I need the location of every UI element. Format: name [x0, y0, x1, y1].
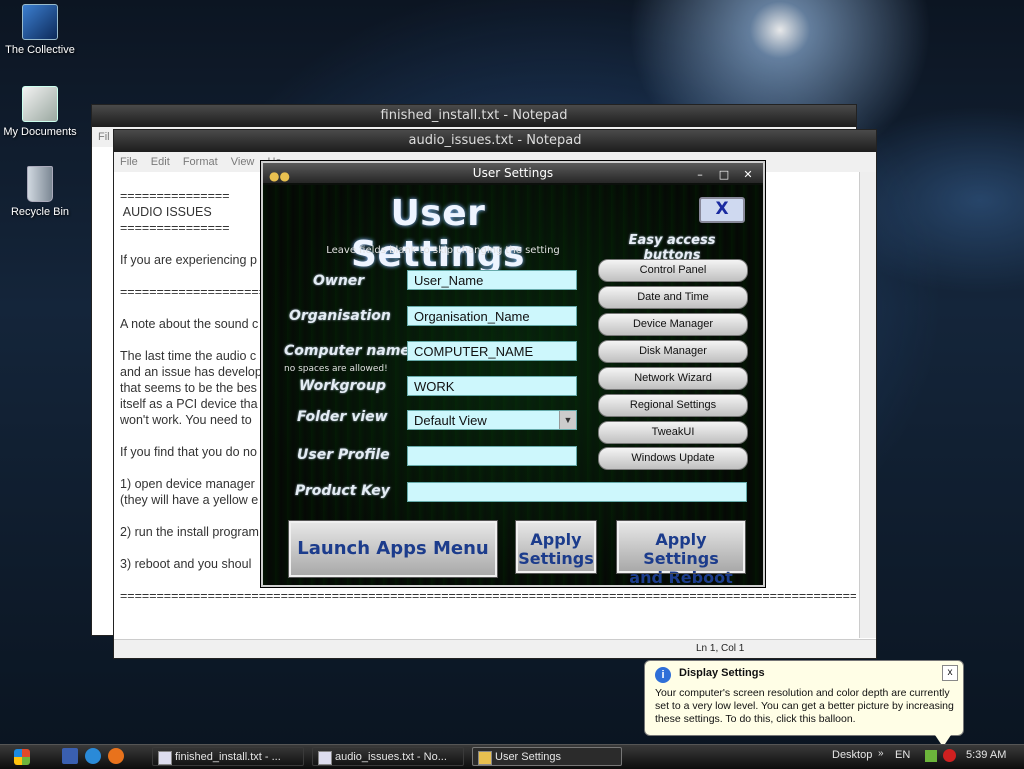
- desktop-icon-label: My Documents: [3, 126, 77, 138]
- window-title: audio_issues.txt - Notepad: [114, 130, 876, 152]
- launch-apps-label: Launch Apps Menu: [297, 538, 489, 559]
- instructions-text: Leave fields blank to skip changing the …: [326, 245, 560, 256]
- desktop-toolbar-label[interactable]: Desktop: [832, 749, 872, 761]
- product-key-field[interactable]: [407, 482, 747, 502]
- users-icon: [478, 751, 492, 765]
- chevron-down-icon[interactable]: ▼: [559, 411, 576, 429]
- apply-settings-label-2: Settings: [518, 549, 594, 568]
- clock[interactable]: 5:39 AM: [966, 749, 1006, 761]
- control-panel-button[interactable]: Control Panel: [598, 259, 748, 282]
- taskbar: finished_install.txt - ... audio_issues.…: [0, 744, 1024, 769]
- apply-settings-and-reboot-button[interactable]: Apply Settings and Reboot: [616, 520, 746, 587]
- vertical-scrollbar[interactable]: [859, 172, 876, 638]
- folder-view-label: Folder view: [297, 409, 388, 425]
- users-icon: ●●: [269, 169, 290, 183]
- task-label: finished_install.txt - ...: [175, 751, 281, 763]
- text-line: ========================================…: [120, 589, 856, 603]
- computer-name-field[interactable]: COMPUTER_NAME: [407, 341, 577, 361]
- user-settings-window[interactable]: ●● User Settings – □ ✕ User Settings Leave…: [261, 161, 765, 587]
- internet-explorer-icon[interactable]: [85, 748, 101, 764]
- window-title: User Settings: [472, 166, 554, 180]
- taskbar-item-finished-install[interactable]: finished_install.txt - ...: [152, 747, 304, 766]
- title-bar: ●● User Settings – □ ✕: [263, 163, 763, 183]
- computer-name-label: Computer name: [284, 343, 410, 359]
- info-icon: i: [655, 667, 671, 683]
- windows-start-icon[interactable]: [14, 749, 30, 765]
- menu-file[interactable]: File: [120, 156, 138, 168]
- notepad-icon: [158, 751, 172, 765]
- status-bar: Ln 1, Col 1: [114, 639, 876, 658]
- computer-name-hint: no spaces are allowed!: [284, 364, 388, 374]
- show-desktop-icon[interactable]: [62, 748, 78, 764]
- page-title: User Settings: [351, 193, 525, 275]
- taskbar-item-user-settings[interactable]: User Settings: [472, 747, 622, 766]
- close-icon[interactable]: x: [942, 665, 958, 681]
- owner-field[interactable]: User_Name: [407, 270, 577, 290]
- launch-apps-menu-button[interactable]: Launch Apps Menu: [288, 520, 498, 578]
- network-wizard-button[interactable]: Network Wizard: [598, 367, 748, 390]
- menu-format[interactable]: Format: [183, 156, 218, 168]
- owner-label: Owner: [313, 273, 365, 289]
- apply-settings-button[interactable]: Apply Settings: [515, 520, 597, 574]
- tweakui-button[interactable]: TweakUI: [598, 421, 748, 444]
- folder-view-value: Default View: [414, 413, 487, 428]
- display-settings-balloon[interactable]: i Display Settings x Your computer's scr…: [644, 660, 964, 747]
- task-label: audio_issues.txt - No...: [335, 751, 447, 763]
- user-profile-label: User Profile: [297, 447, 390, 463]
- date-and-time-button[interactable]: Date and Time: [598, 286, 748, 309]
- security-alert-icon[interactable]: [943, 749, 956, 762]
- language-indicator[interactable]: EN: [895, 749, 910, 761]
- task-label: User Settings: [495, 751, 562, 763]
- settings-body: User Settings Leave fields blank to skip…: [263, 185, 763, 587]
- desktop-icon-label: Recycle Bin: [10, 206, 70, 218]
- menu-view[interactable]: View: [231, 156, 255, 168]
- window-title: finished_install.txt - Notepad: [92, 105, 856, 127]
- product-key-label: Product Key: [295, 483, 390, 499]
- windows-update-button[interactable]: Windows Update: [598, 447, 748, 470]
- monitor-icon: [22, 4, 58, 40]
- cursor-position: Ln 1, Col 1: [696, 643, 745, 654]
- desktop-icon-label: The Collective: [5, 44, 75, 56]
- workgroup-field[interactable]: WORK: [407, 376, 577, 396]
- workgroup-label: Workgroup: [299, 378, 387, 394]
- close-button[interactable]: X: [699, 197, 745, 223]
- minimize-button[interactable]: –: [689, 167, 711, 182]
- menu-file[interactable]: Fil: [98, 131, 110, 143]
- apply-reboot-label-2: and Reboot: [629, 568, 733, 587]
- close-window-button[interactable]: ✕: [737, 167, 759, 182]
- disk-manager-button[interactable]: Disk Manager: [598, 340, 748, 363]
- taskbar-item-audio-issues[interactable]: audio_issues.txt - No...: [312, 747, 464, 766]
- desktop-icon-recycle-bin[interactable]: Recycle Bin: [0, 166, 80, 218]
- organisation-label: Organisation: [289, 308, 391, 324]
- device-manager-button[interactable]: Device Manager: [598, 313, 748, 336]
- notepad-icon: [318, 751, 332, 765]
- organisation-field[interactable]: Organisation_Name: [407, 306, 577, 326]
- balloon-title: Display Settings: [679, 667, 765, 679]
- recycle-bin-icon: [27, 166, 53, 202]
- regional-settings-button[interactable]: Regional Settings: [598, 394, 748, 417]
- toolbar-chevron-icon[interactable]: »: [878, 748, 884, 759]
- network-icon[interactable]: [925, 750, 937, 762]
- firefox-icon[interactable]: [108, 748, 124, 764]
- apply-settings-label-1: Apply: [530, 530, 582, 549]
- maximize-button[interactable]: □: [713, 167, 735, 182]
- desktop-icon-my-documents[interactable]: My Documents: [0, 86, 80, 138]
- user-profile-field[interactable]: [407, 446, 577, 466]
- menu-edit[interactable]: Edit: [151, 156, 170, 168]
- balloon-text: Your computer's screen resolution and co…: [655, 687, 954, 725]
- apply-reboot-label-1: Apply Settings: [643, 530, 719, 568]
- folder-view-select[interactable]: Default View ▼: [407, 410, 577, 430]
- desktop-icon-the-collective[interactable]: The Collective: [0, 4, 80, 56]
- documents-folder-icon: [22, 86, 58, 122]
